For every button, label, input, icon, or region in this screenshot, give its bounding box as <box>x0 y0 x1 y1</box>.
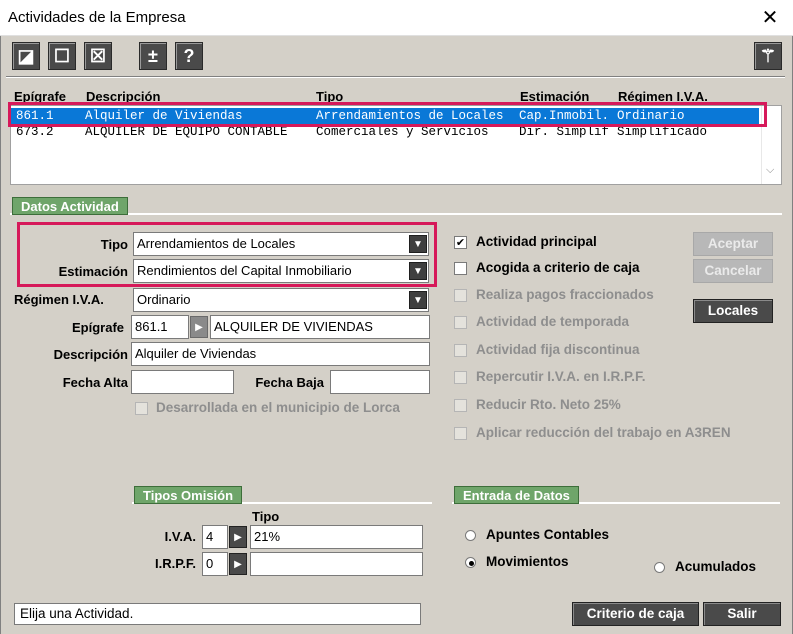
check-criterio-caja[interactable] <box>454 262 467 275</box>
check-label: Actividad principal <box>476 234 597 249</box>
irpf-code-field[interactable]: 0 <box>202 552 228 576</box>
iva-label: I.V.A. <box>164 529 196 544</box>
chevron-down-icon[interactable]: ▼ <box>409 235 427 253</box>
lorca-checkbox[interactable] <box>135 402 148 415</box>
fecha-alta-label: Fecha Alta <box>62 375 128 390</box>
irpf-label: I.R.P.F. <box>155 556 196 571</box>
toolbar-divider <box>6 76 785 78</box>
lorca-label: Desarrollada en el municipio de Lorca <box>156 400 400 415</box>
epigrafe-desc-field: ALQUILER DE VIVIENDAS <box>210 315 430 339</box>
estimacion-combo[interactable]: Rendimientos del Capital Inmobiliario <box>133 259 429 283</box>
check-repercutir-iva[interactable] <box>454 371 467 384</box>
epigrafe-code-field[interactable]: 861.1 <box>131 315 189 339</box>
check-reduccion-a3ren[interactable] <box>454 427 467 440</box>
check-label: Realiza pagos fraccionados <box>476 287 654 302</box>
iva-tipo-field: 21% <box>250 525 423 549</box>
aceptar-button[interactable]: Aceptar <box>693 232 773 256</box>
iva-code-field[interactable]: 4 <box>202 525 228 549</box>
epigrafe-label: Epígrafe <box>71 320 124 335</box>
fecha-baja-label: Fecha Baja <box>255 375 324 390</box>
magic-wand-icon[interactable]: ⚚ <box>754 42 782 70</box>
radio-label: Acumulados <box>675 559 757 574</box>
check-label: Actividad fija discontinua <box>476 342 640 357</box>
chevron-down-icon[interactable]: ⌵ <box>766 164 774 177</box>
box-x-icon[interactable]: ☒ <box>84 42 112 70</box>
check-label: Aplicar reducción del trabajo en A3REN <box>476 425 731 440</box>
chevron-down-icon[interactable]: ▼ <box>409 262 427 280</box>
group-title-omision: Tipos Omisión <box>134 486 243 504</box>
check-label: Actividad de temporada <box>476 314 630 329</box>
square-icon[interactable]: ☐ <box>48 42 76 70</box>
tipo-combo[interactable]: Arrendamientos de Locales <box>133 232 429 256</box>
check-temporada[interactable] <box>454 316 467 329</box>
check-label: Acogida a criterio de caja <box>476 260 640 275</box>
criterio-caja-button[interactable]: Criterio de caja <box>572 602 699 626</box>
highlight-selected-row <box>8 102 767 127</box>
descripcion-field[interactable]: Alquiler de Viviendas <box>131 342 430 366</box>
regimen-label: Régimen I.V.A. <box>14 292 104 307</box>
fecha-alta-field[interactable] <box>131 370 234 394</box>
plus-minus-icon[interactable]: ± <box>139 42 167 70</box>
chevron-down-icon[interactable]: ▼ <box>409 291 427 309</box>
check-reducir-rto[interactable] <box>454 399 467 412</box>
close-icon[interactable]: ✕ <box>756 4 784 32</box>
salir-button[interactable]: Salir <box>703 602 781 626</box>
window-title: Actividades de la Empresa <box>8 9 186 26</box>
group-title-datos: Datos Actividad <box>12 197 128 215</box>
radio-apuntes[interactable] <box>465 530 476 541</box>
radio-label: Apuntes Contables <box>486 527 610 542</box>
estimacion-label: Estimación <box>58 264 128 279</box>
descripcion-label: Descripción <box>53 347 128 362</box>
status-text: Elija una Actividad. <box>14 603 421 625</box>
tipo-label: Tipo <box>100 237 128 252</box>
regimen-combo[interactable]: Ordinario <box>133 288 429 312</box>
check-pagos-fraccionados[interactable] <box>454 289 467 302</box>
fecha-baja-field[interactable] <box>330 370 430 394</box>
check-actividad-principal[interactable]: ✔ <box>454 236 467 249</box>
play-icon[interactable]: ▶ <box>229 553 247 575</box>
group-title-entrada: Entrada de Datos <box>454 486 579 504</box>
check-label: Repercutir I.V.A. en I.R.P.F. <box>476 369 646 384</box>
radio-movimientos[interactable] <box>465 557 476 568</box>
check-fija-discontinua[interactable] <box>454 344 467 357</box>
tipo-column-header: Tipo <box>252 509 280 524</box>
help-icon[interactable]: ? <box>175 42 203 70</box>
radio-acumulados[interactable] <box>654 562 665 573</box>
play-icon[interactable]: ▶ <box>190 316 208 338</box>
cancelar-button[interactable]: Cancelar <box>693 259 773 283</box>
play-icon[interactable]: ▶ <box>229 526 247 548</box>
half-square-icon[interactable]: ◪ <box>12 42 40 70</box>
check-label: Reducir Rto. Neto 25% <box>476 397 621 412</box>
irpf-tipo-field <box>250 552 423 576</box>
radio-label: Movimientos <box>486 554 569 569</box>
locales-button[interactable]: Locales <box>693 299 773 323</box>
